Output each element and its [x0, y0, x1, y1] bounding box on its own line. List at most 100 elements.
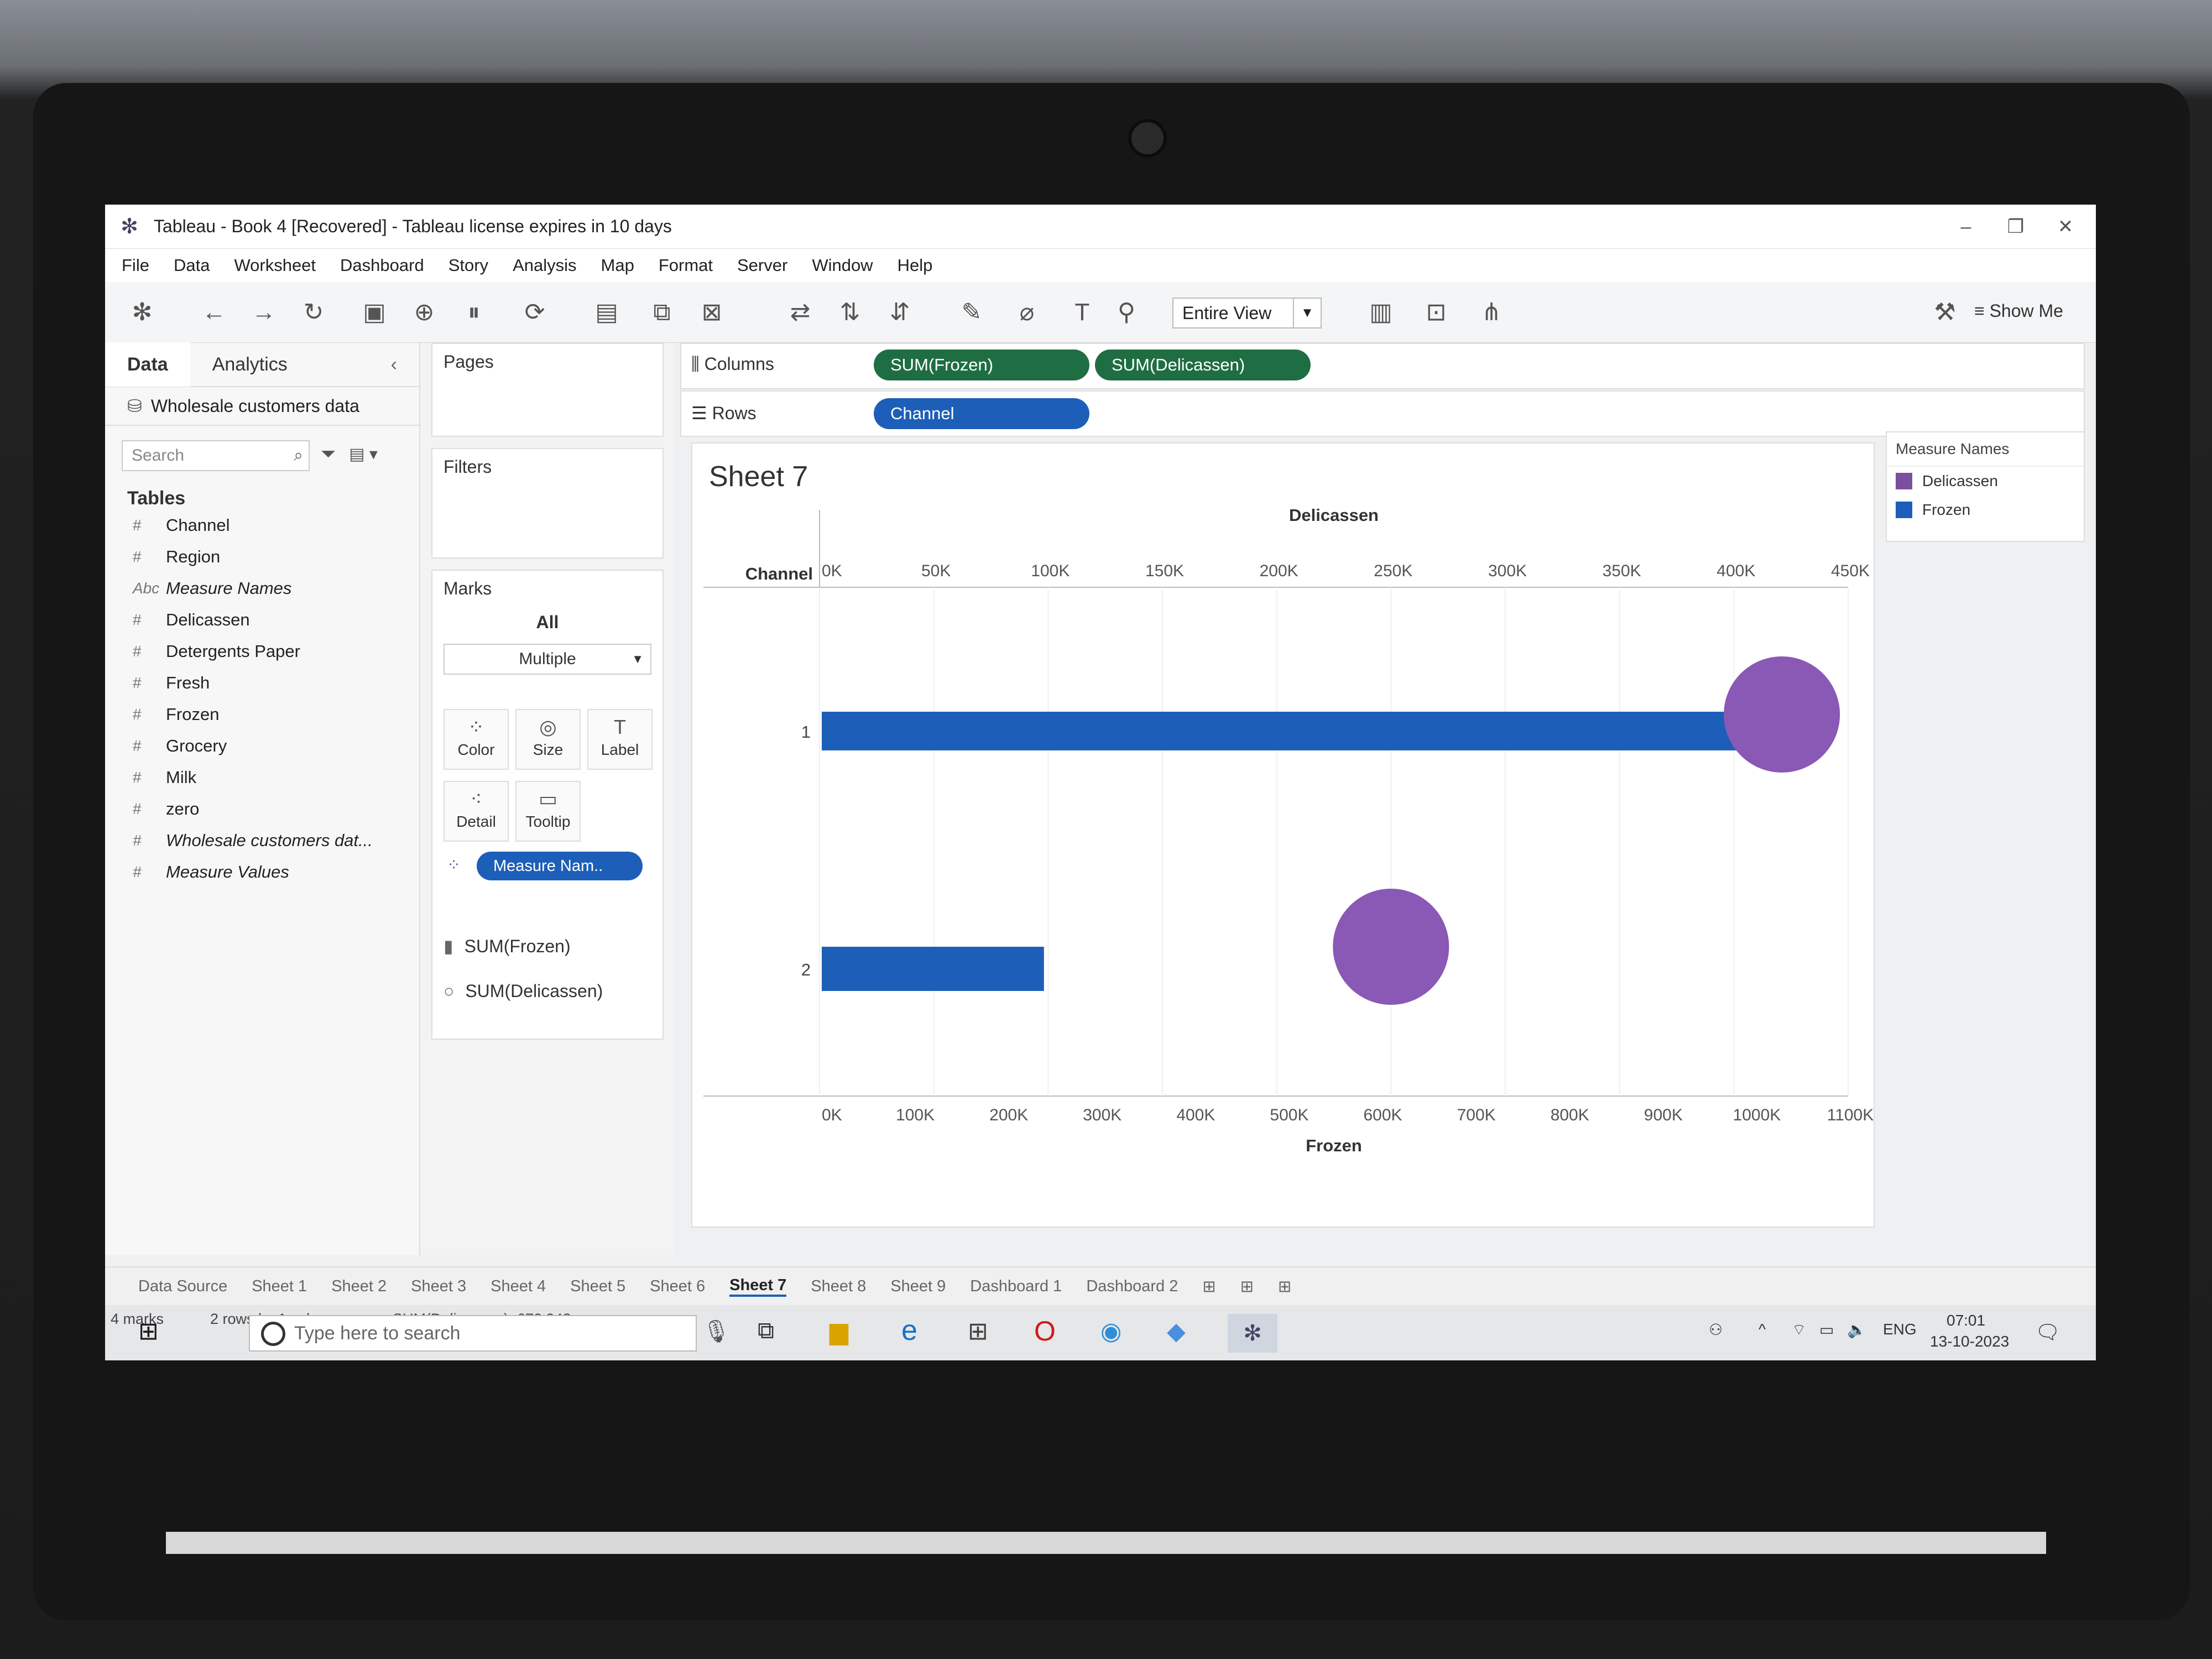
save-icon[interactable]: ▣ [359, 298, 389, 327]
tab-sheet-8[interactable]: Sheet 8 [811, 1277, 866, 1296]
maximize-button[interactable]: ❐ [1991, 210, 2041, 243]
microphone-icon[interactable]: 🎙 [702, 1318, 731, 1344]
sort-ascending-icon[interactable]: ⇅ [835, 298, 865, 327]
tab-sheet-6[interactable]: Sheet 6 [650, 1277, 705, 1296]
refresh-icon[interactable]: ⟳ [520, 298, 550, 327]
field-item[interactable]: # zero [105, 793, 419, 825]
group-icon[interactable]: ⌀ [1012, 298, 1042, 327]
menu-story[interactable]: Story [448, 255, 488, 275]
field-item[interactable]: # Detergents Paper [105, 635, 419, 667]
field-item[interactable]: # Delicassen [105, 604, 419, 635]
field-item[interactable]: # Measure Values [105, 856, 419, 888]
fix-axes-icon[interactable]: ⚲ [1112, 298, 1141, 327]
tab-sheet-1[interactable]: Sheet 1 [252, 1277, 307, 1296]
show-me-button[interactable]: ≡ Show Me [1974, 301, 2063, 321]
task-view-icon[interactable]: ⧉ [758, 1317, 774, 1344]
size-button[interactable]: ◎ Size [515, 709, 581, 770]
close-button[interactable]: ✕ [2041, 210, 2090, 243]
battery-icon[interactable]: ▭ [1819, 1321, 1834, 1339]
tooltip-button[interactable]: ▭ Tooltip [515, 781, 581, 842]
tab-sheet-2[interactable]: Sheet 2 [331, 1277, 387, 1296]
field-item[interactable]: # Fresh [105, 667, 419, 698]
marks-all-tab[interactable]: All [432, 607, 662, 638]
measure-names-pill[interactable]: Measure Nam.. [477, 852, 643, 880]
menu-analysis[interactable]: Analysis [513, 255, 576, 275]
datasource-item[interactable]: ⛁ Wholesale customers data [105, 387, 419, 426]
pause-updates-icon[interactable]: ⏸ [459, 298, 489, 327]
menu-server[interactable]: Server [737, 255, 787, 275]
new-worksheet-icon[interactable]: ▤ [592, 298, 622, 327]
people-icon[interactable]: ⚇ [1709, 1321, 1723, 1339]
tab-sheet-7[interactable]: Sheet 7 [729, 1276, 787, 1297]
new-worksheet-tab-icon[interactable]: ⊞ [1202, 1277, 1215, 1296]
field-item[interactable]: # Grocery [105, 730, 419, 761]
search-input[interactable]: Search ⌕ [122, 440, 310, 471]
taskbar-search-input[interactable]: Type here to search [249, 1315, 697, 1352]
legend-item-delicassen[interactable]: Delicassen [1887, 467, 2084, 495]
undo-icon[interactable]: ← [199, 298, 229, 327]
highlight-icon[interactable]: ✎ [957, 298, 987, 327]
opera-icon[interactable]: O [1034, 1315, 1056, 1347]
menu-format[interactable]: Format [659, 255, 713, 275]
delicassen-marks-tab[interactable]: ○ SUM(Delicassen) [444, 981, 603, 1001]
frozen-marks-tab[interactable]: ▮ SUM(Frozen) [444, 936, 571, 957]
duplicate-sheet-icon[interactable]: ⧉ [647, 298, 677, 327]
menu-worksheet[interactable]: Worksheet [234, 255, 316, 275]
rows-pill-channel[interactable]: Channel [874, 398, 1089, 429]
menu-window[interactable]: Window [812, 255, 873, 275]
wifi-icon[interactable]: ⌔ [1792, 1321, 1806, 1340]
tray-expand-icon[interactable]: ^ [1759, 1321, 1766, 1338]
notifications-icon[interactable]: 🗨 [2035, 1321, 2060, 1344]
volume-icon[interactable]: 🔈 [1847, 1321, 1866, 1339]
new-story-tab-icon[interactable]: ⊞ [1278, 1277, 1291, 1296]
share-icon[interactable]: ⋔ [1477, 298, 1506, 327]
new-dashboard-tab-icon[interactable]: ⊞ [1240, 1277, 1254, 1296]
clock-date[interactable]: 13-10-2023 [1930, 1333, 2009, 1350]
menu-help[interactable]: Help [898, 255, 933, 275]
tab-dashboard-1[interactable]: Dashboard 1 [970, 1277, 1062, 1296]
tab-analytics[interactable]: Analytics [190, 342, 310, 387]
collapse-icon[interactable]: ‹ [369, 342, 419, 387]
clock-time[interactable]: 07:01 [1947, 1312, 1985, 1329]
label-button[interactable]: T Label [587, 709, 653, 770]
view-mode-select[interactable]: Entire View ▼ [1172, 298, 1322, 328]
field-item[interactable]: # Frozen [105, 698, 419, 730]
store-icon[interactable]: ⊞ [968, 1317, 988, 1345]
label-icon[interactable]: T [1067, 298, 1097, 327]
tableau-home-icon[interactable]: ✻ [127, 298, 157, 327]
field-item[interactable]: # Channel [105, 509, 419, 541]
minimize-button[interactable]: – [1941, 210, 1991, 243]
tableau-taskbar-icon[interactable]: ✻ [1228, 1314, 1277, 1353]
cards-icon[interactable]: ▥ [1366, 298, 1396, 327]
menu-dashboard[interactable]: Dashboard [340, 255, 424, 275]
menu-data[interactable]: Data [174, 255, 210, 275]
tab-sheet-9[interactable]: Sheet 9 [890, 1277, 946, 1296]
field-item[interactable]: # Wholesale customers dat... [105, 825, 419, 856]
mark-type-select[interactable]: Multiple ▼ [444, 644, 651, 675]
tab-dashboard-2[interactable]: Dashboard 2 [1086, 1277, 1178, 1296]
field-item[interactable]: Abc Measure Names [105, 572, 419, 604]
file-explorer-icon[interactable]: ▆ [830, 1317, 848, 1345]
menu-map[interactable]: Map [601, 255, 634, 275]
app-icon[interactable]: ◉ [1100, 1317, 1121, 1345]
columns-pill-frozen[interactable]: SUM(Frozen) [874, 349, 1089, 380]
edge-icon[interactable]: e [901, 1314, 917, 1347]
detail-button[interactable]: ⁖ Detail [444, 781, 509, 842]
tab-data[interactable]: Data [105, 342, 190, 387]
format-painter-icon[interactable]: ⚒ [1930, 298, 1960, 327]
filter-icon[interactable]: ⏷ [321, 444, 336, 465]
columns-pill-delicassen[interactable]: SUM(Delicassen) [1095, 349, 1311, 380]
field-item[interactable]: # Region [105, 541, 419, 572]
maps-icon[interactable]: ◆ [1167, 1317, 1186, 1345]
new-datasource-icon[interactable]: ⊕ [409, 298, 439, 327]
field-item[interactable]: # Milk [105, 761, 419, 793]
tab-sheet-5[interactable]: Sheet 5 [570, 1277, 625, 1296]
legend-item-frozen[interactable]: Frozen [1887, 495, 2084, 524]
menu-file[interactable]: File [122, 255, 149, 275]
redo-icon[interactable]: → [249, 298, 279, 327]
filters-card[interactable]: Filters [431, 448, 664, 559]
pages-card[interactable]: Pages [431, 343, 664, 437]
view-options-icon[interactable]: ▤ ▾ [349, 445, 378, 464]
clear-sheet-icon[interactable]: ⊠ [697, 298, 727, 327]
tab-sheet-3[interactable]: Sheet 3 [411, 1277, 466, 1296]
